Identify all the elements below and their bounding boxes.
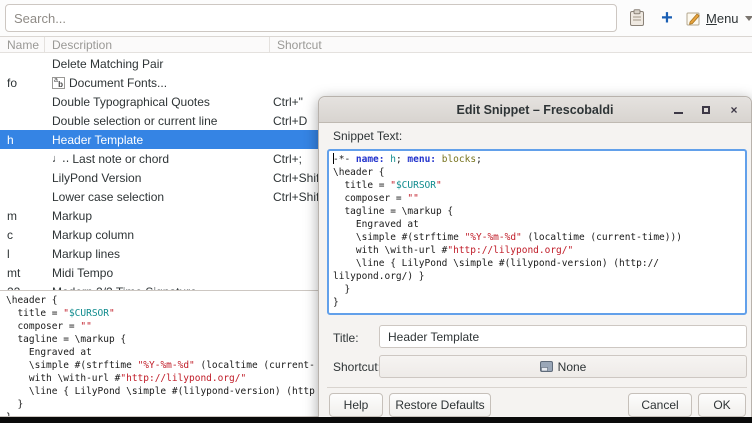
table-row[interactable]: Delete Matching Pair bbox=[0, 54, 752, 73]
table-row[interactable]: foabDocument Fonts... bbox=[0, 73, 752, 92]
code-line: \line { LilyPond \simple #(lilypond-vers… bbox=[333, 257, 741, 270]
restore-defaults-button[interactable]: Restore Defaults bbox=[389, 393, 491, 417]
paste-icon[interactable] bbox=[625, 6, 649, 30]
code-line: } bbox=[333, 283, 741, 296]
cell-name: c bbox=[0, 228, 45, 242]
cell-description: Markup bbox=[45, 209, 270, 223]
column-header-shortcut[interactable]: Shortcut bbox=[270, 37, 752, 53]
cell-description: abDocument Fonts... bbox=[45, 76, 270, 90]
chevron-down-icon bbox=[745, 16, 752, 21]
ok-button[interactable]: OK bbox=[698, 393, 746, 417]
document-fonts-icon: ab bbox=[52, 77, 65, 89]
cell-description: ♩‥Last note or chord bbox=[45, 152, 270, 166]
code-line: } bbox=[333, 296, 741, 309]
close-icon[interactable]: × bbox=[727, 103, 741, 117]
cell-description: Lower case selection bbox=[45, 190, 270, 204]
frescobaldi-snippet-manager: + Menu Name Description Shortcut Delete … bbox=[0, 0, 752, 423]
snippet-toolbar: + Menu bbox=[0, 0, 752, 36]
cell-description: LilyPond Version bbox=[45, 171, 270, 185]
cell-description: Markup column bbox=[45, 228, 270, 242]
menu-button[interactable]: Menu bbox=[706, 6, 752, 30]
edit-snippet-icon[interactable] bbox=[681, 6, 705, 30]
add-snippet-icon[interactable]: + bbox=[655, 6, 679, 30]
dialog-separator bbox=[327, 387, 747, 388]
menu-label: Menu bbox=[706, 11, 739, 26]
cell-name: fo bbox=[0, 76, 45, 90]
cell-name: m bbox=[0, 209, 45, 223]
minimize-icon[interactable] bbox=[671, 103, 685, 117]
cell-name: l bbox=[0, 247, 45, 261]
table-header: Name Description Shortcut bbox=[0, 37, 752, 53]
column-header-description[interactable]: Description bbox=[45, 37, 270, 53]
code-line: title = "$CURSOR" bbox=[333, 179, 741, 192]
code-line: \simple #(strftime "%Y-%m-%d" (localtime… bbox=[333, 231, 741, 244]
snippet-text-label: Snippet Text: bbox=[333, 129, 402, 143]
help-button[interactable]: Help bbox=[329, 393, 383, 417]
snippet-text-editor[interactable]: -*- name: h; menu: blocks;\header { titl… bbox=[327, 149, 747, 315]
dialog-titlebar[interactable]: Edit Snippet – Frescobaldi × bbox=[319, 97, 751, 123]
code-line: lilypond.org/) } bbox=[333, 270, 741, 283]
code-line: -*- name: h; menu: blocks; bbox=[333, 153, 741, 166]
music-note-icon: ♩‥ bbox=[52, 152, 68, 165]
code-line: Engraved at bbox=[333, 218, 741, 231]
shortcut-button[interactable]: None bbox=[379, 355, 747, 378]
cell-description: Double Typographical Quotes bbox=[45, 95, 270, 109]
cell-description: Header Template bbox=[45, 133, 270, 147]
cell-name: h bbox=[0, 133, 45, 147]
maximize-icon[interactable] bbox=[699, 103, 713, 117]
code-line: with \with-url #"http://lilypond.org/" bbox=[333, 244, 741, 257]
code-line: tagline = \markup { bbox=[333, 205, 741, 218]
edit-snippet-dialog: Edit Snippet – Frescobaldi × Snippet Tex… bbox=[318, 96, 752, 423]
code-line: \header { bbox=[333, 166, 741, 179]
cell-description: Midi Tempo bbox=[45, 266, 270, 280]
shortcut-label: Shortcut: bbox=[333, 360, 381, 374]
code-line: composer = "" bbox=[333, 192, 741, 205]
cancel-button[interactable]: Cancel bbox=[628, 393, 692, 417]
shortcut-value: None bbox=[558, 360, 587, 374]
cell-name: mt bbox=[0, 266, 45, 280]
title-field[interactable] bbox=[379, 325, 747, 348]
window-bottom-edge bbox=[0, 417, 752, 423]
cell-description: Double selection or current line bbox=[45, 114, 270, 128]
cell-description: Markup lines bbox=[45, 247, 270, 261]
keyboard-icon bbox=[540, 361, 553, 372]
cell-description: Delete Matching Pair bbox=[45, 57, 270, 71]
column-header-name[interactable]: Name bbox=[0, 37, 45, 53]
window-controls: × bbox=[671, 97, 741, 123]
title-label: Title: bbox=[333, 331, 359, 345]
dialog-title: Edit Snippet – Frescobaldi bbox=[457, 103, 614, 117]
search-input[interactable] bbox=[5, 4, 617, 32]
